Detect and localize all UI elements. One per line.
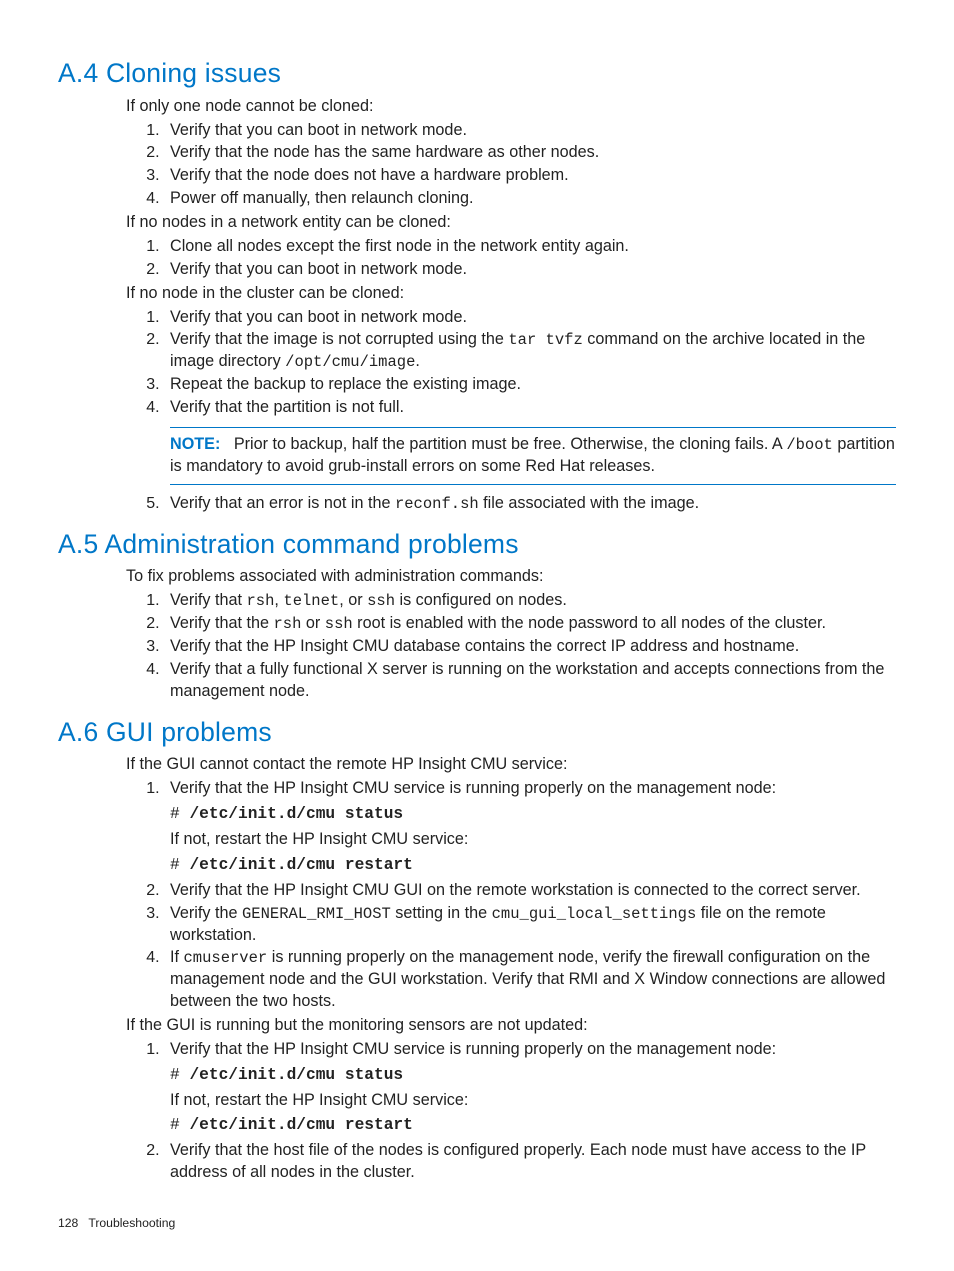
a6-list2: Verify that the HP Insight CMU service i… (126, 1039, 896, 1184)
code: /opt/cmu/image (285, 353, 415, 371)
text: Verify that the (170, 614, 273, 632)
text: root is enabled with the node password t… (353, 614, 826, 632)
a6-list1: Verify that the HP Insight CMU service i… (126, 778, 896, 1013)
text: Verify that (170, 591, 246, 609)
list-item: Verify that the HP Insight CMU service i… (164, 778, 896, 876)
text: Verify the (170, 904, 242, 922)
text: If (170, 948, 184, 966)
note-text: Prior to backup, half the partition must… (234, 435, 786, 453)
a4-intro1: If only one node cannot be cloned: (126, 96, 896, 118)
text: If not, restart the HP Insight CMU servi… (170, 829, 896, 851)
command: /etc/init.d/cmu status (189, 1066, 403, 1084)
list-item: Verify that the HP Insight CMU GUI on th… (164, 880, 896, 902)
list-item: If cmuserver is running properly on the … (164, 947, 896, 1013)
text: If not, restart the HP Insight CMU servi… (170, 1090, 896, 1112)
command-block: # /etc/init.d/cmu restart (170, 854, 896, 877)
code: ssh (325, 615, 353, 633)
heading-a5: A.5 Administration command problems (58, 527, 896, 563)
page-number: 128 (58, 1216, 78, 1230)
prompt: # (170, 1066, 189, 1084)
command-block: # /etc/init.d/cmu restart (170, 1114, 896, 1137)
text: . (415, 352, 420, 370)
code: GENERAL_RMI_HOST (242, 905, 391, 923)
list-item: Verify that an error is not in the recon… (164, 493, 896, 515)
list-item: Verify that the host file of the nodes i… (164, 1140, 896, 1184)
code: tar tvfz (508, 331, 582, 349)
list-item: Verify that a fully functional X server … (164, 659, 896, 703)
code: cmu_gui_local_settings (492, 905, 697, 923)
list-item: Verify the GENERAL_RMI_HOST setting in t… (164, 903, 896, 947)
list-item: Verify that the node has the same hardwa… (164, 142, 896, 164)
list-item: Verify that you can boot in network mode… (164, 307, 896, 329)
section-a4-body: If only one node cannot be cloned: Verif… (126, 96, 896, 515)
list-item: Verify that the node does not have a har… (164, 165, 896, 187)
command: /etc/init.d/cmu status (189, 805, 403, 823)
a4-intro2: If no nodes in a network entity can be c… (126, 212, 896, 234)
list-item: Repeat the backup to replace the existin… (164, 374, 896, 396)
text: is running properly on the management no… (170, 948, 885, 1010)
a4-list2: Clone all nodes except the first node in… (126, 236, 896, 281)
prompt: # (170, 1116, 189, 1134)
command-block: # /etc/init.d/cmu status (170, 803, 896, 826)
list-item: Verify that rsh, telnet, or ssh is confi… (164, 590, 896, 612)
text: Verify that the HP Insight CMU service i… (170, 1040, 776, 1058)
list-item: Verify that the partition is not full. N… (164, 397, 896, 485)
text: is configured on nodes. (395, 591, 567, 609)
a6-intro2: If the GUI is running but the monitoring… (126, 1015, 896, 1037)
command: /etc/init.d/cmu restart (189, 856, 412, 874)
heading-a6: A.6 GUI problems (58, 715, 896, 751)
note-label: NOTE: (170, 435, 220, 453)
list-item: Verify that the HP Insight CMU service i… (164, 1039, 896, 1137)
text: Verify that an error is not in the (170, 494, 395, 512)
heading-a4: A.4 Cloning issues (58, 56, 896, 92)
page-footer: 128 Troubleshooting (58, 1215, 175, 1231)
text: Verify that the partition is not full. (170, 398, 404, 416)
text: Verify that the HP Insight CMU service i… (170, 779, 776, 797)
text: Verify that the image is not corrupted u… (170, 330, 508, 348)
a4-list1: Verify that you can boot in network mode… (126, 120, 896, 210)
a4-list3: Verify that you can boot in network mode… (126, 307, 896, 515)
code: reconf.sh (395, 495, 479, 513)
list-item: Verify that the HP Insight CMU database … (164, 636, 896, 658)
code: rsh (273, 615, 301, 633)
list-item: Clone all nodes except the first node in… (164, 236, 896, 258)
text: , or (339, 591, 367, 609)
section-a6-body: If the GUI cannot contact the remote HP … (126, 754, 896, 1184)
page: A.4 Cloning issues If only one node cann… (0, 0, 954, 1271)
list-item: Verify that the rsh or ssh root is enabl… (164, 613, 896, 635)
a5-intro: To fix problems associated with administ… (126, 566, 896, 588)
command-block: # /etc/init.d/cmu status (170, 1064, 896, 1087)
code: rsh (246, 592, 274, 610)
list-item: Verify that you can boot in network mode… (164, 120, 896, 142)
list-item: Verify that you can boot in network mode… (164, 259, 896, 281)
code: telnet (283, 592, 339, 610)
list-item: Power off manually, then relaunch clonin… (164, 188, 896, 210)
a5-list: Verify that rsh, telnet, or ssh is confi… (126, 590, 896, 702)
a6-intro1: If the GUI cannot contact the remote HP … (126, 754, 896, 776)
section-a5-body: To fix problems associated with administ… (126, 566, 896, 702)
command: /etc/init.d/cmu restart (189, 1116, 412, 1134)
note-box: NOTE: Prior to backup, half the partitio… (170, 427, 896, 485)
code: ssh (367, 592, 395, 610)
code: /boot (786, 436, 833, 454)
a4-intro3: If no node in the cluster can be cloned: (126, 283, 896, 305)
list-item: Verify that the image is not corrupted u… (164, 329, 896, 373)
prompt: # (170, 805, 189, 823)
text: file associated with the image. (479, 494, 699, 512)
code: cmuserver (184, 949, 268, 967)
text: setting in the (391, 904, 492, 922)
footer-title: Troubleshooting (88, 1216, 175, 1230)
prompt: # (170, 856, 189, 874)
text: or (301, 614, 324, 632)
